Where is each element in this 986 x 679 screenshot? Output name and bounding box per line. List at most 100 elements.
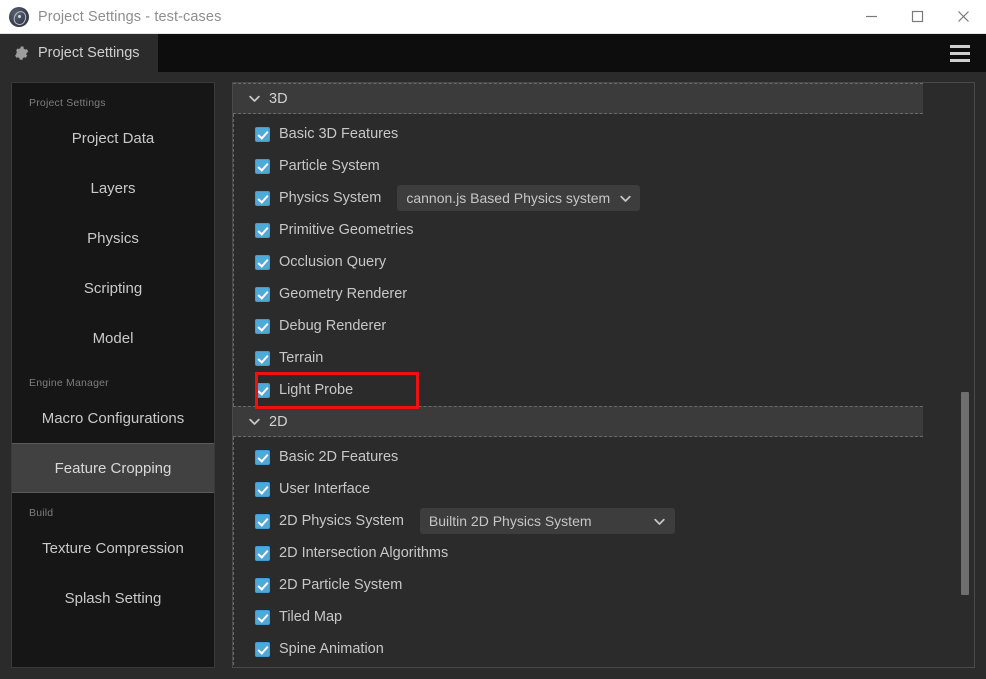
maximize-button[interactable] xyxy=(894,0,940,33)
feature-label: 2D Physics System xyxy=(279,513,404,529)
feature-row-spine-animation: Spine Animation xyxy=(234,633,923,665)
checkbox-geometry-renderer[interactable] xyxy=(255,286,270,302)
checkbox-2d-particle-system[interactable] xyxy=(255,577,270,593)
sidebar-item-macro-configurations[interactable]: Macro Configurations xyxy=(12,393,214,443)
checkbox-particle-system[interactable] xyxy=(255,158,270,174)
body-area: Project Settings Project Data Layers Physic… xyxy=(0,72,986,679)
feature-label: Debug Renderer xyxy=(279,318,387,334)
sidebar-item-label: Scripting xyxy=(83,279,143,297)
chevron-down-icon[interactable] xyxy=(243,92,265,105)
sidebar-item-feature-cropping[interactable]: Feature Cropping xyxy=(12,443,214,493)
minimize-button[interactable] xyxy=(848,0,894,33)
section-body-2D: Basic 2D Features User Interface 2D Physic… xyxy=(233,437,923,665)
feature-row-light-probe: Light Probe xyxy=(234,374,923,406)
feature-label: Particle System xyxy=(279,158,380,174)
sidebar-item-label: Splash Setting xyxy=(64,589,162,607)
checkbox-primitive-geometries[interactable] xyxy=(255,222,270,238)
cocos-logo-icon xyxy=(9,6,29,27)
checkbox-spine-animation[interactable] xyxy=(255,641,270,657)
sidebar-item-label: Model xyxy=(92,329,134,347)
feature-label: Light Probe xyxy=(279,382,354,398)
feature-row-geometry-renderer: Geometry Renderer xyxy=(234,278,923,310)
dropdown-value: Builtin 2D Physics System xyxy=(428,513,592,529)
section-header-2D[interactable]: 2D xyxy=(233,406,923,437)
feature-label: Geometry Renderer xyxy=(279,286,408,302)
title-bar: Project Settings - test-cases xyxy=(0,0,986,34)
feature-label: Tiled Map xyxy=(279,609,343,625)
checkbox-tiled-map[interactable] xyxy=(255,609,270,625)
sidebar-group-label: Engine Manager xyxy=(29,377,109,389)
feature-row-tiled-map: Tiled Map xyxy=(234,601,923,633)
sidebar-item-layers[interactable]: Layers xyxy=(12,163,214,213)
dropdown-value: cannon.js Based Physics system xyxy=(406,190,611,206)
sidebar-item-label: Layers xyxy=(90,179,136,197)
feature-label: User Interface xyxy=(279,481,371,497)
checkbox-user-interface[interactable] xyxy=(255,481,270,497)
checkbox-2d-physics-system[interactable] xyxy=(255,513,270,529)
feature-row-terrain: Terrain xyxy=(234,342,923,374)
feature-label: Basic 3D Features xyxy=(279,126,399,142)
chevron-down-icon[interactable] xyxy=(243,415,265,428)
sidebar-group-label: Build xyxy=(29,507,54,519)
checkbox-debug-renderer[interactable] xyxy=(255,318,270,334)
project-settings-window: Project Settings - test-cases Project Se… xyxy=(0,0,986,679)
sidebar-item-model[interactable]: Model xyxy=(12,313,214,363)
section-title: 3D xyxy=(269,90,288,107)
sidebar-item-texture-compression[interactable]: Texture Compression xyxy=(12,523,214,573)
feature-label: Basic 2D Features xyxy=(279,449,399,465)
hamburger-menu-icon[interactable] xyxy=(942,34,978,72)
feature-row-2d-intersection-algorithms: 2D Intersection Algorithms xyxy=(234,537,923,569)
feature-row-2d-particle-system: 2D Particle System xyxy=(234,569,923,601)
feature-label: 2D Particle System xyxy=(279,577,403,593)
dropdown-physics-system[interactable]: cannon.js Based Physics system xyxy=(397,185,641,211)
feature-label: Terrain xyxy=(279,350,324,366)
close-button[interactable] xyxy=(940,0,986,33)
feature-label: Spine Animation xyxy=(279,641,384,657)
feature-row-occlusion-query: Occlusion Query xyxy=(234,246,923,278)
feature-row-physics-system: Physics System cannon.js Based Physics sy… xyxy=(234,182,923,214)
window-title: Project Settings - test-cases xyxy=(38,8,222,25)
checkbox-light-probe[interactable] xyxy=(255,382,270,398)
chevron-down-icon[interactable] xyxy=(619,192,632,205)
sidebar-item-project-data[interactable]: Project Data xyxy=(12,113,214,163)
feature-cropping-panel: 3D Basic 3D Features Particle System Physic… xyxy=(232,82,975,668)
settings-sidebar: Project Settings Project Data Layers Physic… xyxy=(11,82,215,668)
section-body-3D: Basic 3D Features Particle System Physics … xyxy=(233,114,923,406)
section-header-3D[interactable]: 3D xyxy=(233,83,923,114)
sidebar-item-label: Texture Compression xyxy=(42,539,184,557)
gear-icon xyxy=(14,45,29,61)
sidebar-group-label: Project Settings xyxy=(29,97,106,109)
feature-row-debug-renderer: Debug Renderer xyxy=(234,310,923,342)
tab-label: Project Settings xyxy=(38,45,140,61)
feature-row-2d-physics-system: 2D Physics System Builtin 2D Physics Syst… xyxy=(234,505,923,537)
checkbox-terrain[interactable] xyxy=(255,350,270,366)
chevron-down-icon[interactable] xyxy=(653,515,666,528)
feature-list: 3D Basic 3D Features Particle System Physic… xyxy=(233,83,974,665)
checkbox-basic-2d-features[interactable] xyxy=(255,449,270,465)
feature-row-basic-2d-features: Basic 2D Features xyxy=(234,441,923,473)
checkbox-2d-intersection-algorithms[interactable] xyxy=(255,545,270,561)
sidebar-item-label: Feature Cropping xyxy=(54,459,172,477)
checkbox-occlusion-query[interactable] xyxy=(255,254,270,270)
feature-row-primitive-geometries: Primitive Geometries xyxy=(234,214,923,246)
checkbox-basic-3d-features[interactable] xyxy=(255,126,270,142)
sidebar-item-label: Project Data xyxy=(71,129,155,147)
sidebar-item-scripting[interactable]: Scripting xyxy=(12,263,214,313)
sidebar-item-physics[interactable]: Physics xyxy=(12,213,214,263)
window-controls xyxy=(848,0,986,33)
sidebar-item-label: Physics xyxy=(87,229,139,247)
content-scrollbar[interactable] xyxy=(958,85,970,667)
tab-bar: Project Settings xyxy=(0,34,986,72)
feature-label: Primitive Geometries xyxy=(279,222,414,238)
feature-row-user-interface: User Interface xyxy=(234,473,923,505)
dropdown-2d-physics-system[interactable]: Builtin 2D Physics System xyxy=(419,508,675,534)
feature-label: 2D Intersection Algorithms xyxy=(279,545,449,561)
feature-label: Physics System xyxy=(279,190,382,206)
tab-project-settings[interactable]: Project Settings xyxy=(0,34,158,72)
scrollbar-thumb[interactable] xyxy=(961,392,969,595)
feature-row-basic-3d-features: Basic 3D Features xyxy=(234,118,923,150)
sidebar-item-splash-setting[interactable]: Splash Setting xyxy=(12,573,214,623)
feature-label: Occlusion Query xyxy=(279,254,387,270)
checkbox-physics-system[interactable] xyxy=(255,190,270,206)
sidebar-item-label: Macro Configurations xyxy=(41,409,185,427)
